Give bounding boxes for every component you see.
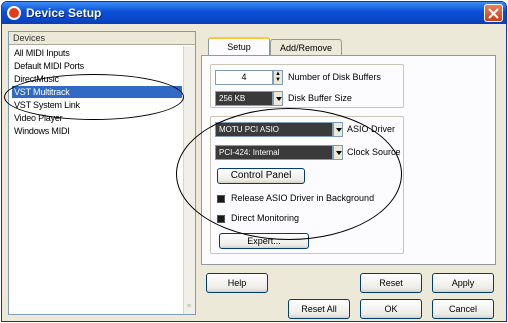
asio-settings-group: MOTU PCI ASIO ASIO Driver PCI-424: Inter… — [210, 116, 404, 254]
cancel-button[interactable]: Cancel — [432, 299, 494, 319]
cubase-logo-icon — [7, 6, 21, 20]
close-icon — [488, 8, 499, 19]
device-item-vst-system-link[interactable]: VST System Link — [12, 99, 182, 111]
down-arrow-icon: ▼ — [275, 77, 281, 83]
clock-source-label: Clock Source — [347, 147, 401, 157]
asio-driver-select[interactable]: MOTU PCI ASIO — [215, 122, 333, 137]
direct-monitoring-checkbox[interactable] — [217, 215, 225, 223]
title-bar[interactable]: Device Setup — [2, 2, 506, 24]
chevron-down-icon — [336, 128, 342, 132]
device-setup-window: Device Setup Devices All MIDI Inputs Def… — [1, 1, 507, 322]
device-item-default-midi-ports[interactable]: Default MIDI Ports — [12, 60, 182, 72]
clock-source-select[interactable]: PCI-424: Internal — [215, 145, 333, 160]
device-item-vst-multitrack[interactable]: VST Multitrack — [12, 86, 182, 98]
help-button[interactable]: Help — [206, 273, 268, 293]
control-panel-button[interactable]: Control Panel — [217, 168, 305, 184]
devices-list: Devices All MIDI Inputs Default MIDI Por… — [8, 31, 196, 315]
resize-grip-icon: ≡ — [187, 303, 192, 310]
device-item-video-player[interactable]: Video Player — [12, 112, 182, 124]
disk-buffer-size-label: Disk Buffer Size — [288, 93, 352, 103]
window-title: Device Setup — [26, 6, 102, 20]
disk-settings-group: 4 ▲ ▼ Number of Disk Buffers 256 KB Disk… — [210, 64, 404, 108]
device-item-windows-midi[interactable]: Windows MIDI — [12, 125, 182, 137]
release-asio-checkbox[interactable] — [217, 195, 225, 203]
devices-header: Devices — [9, 32, 195, 45]
asio-driver-dropdown-button[interactable] — [333, 122, 343, 137]
tab-add-remove[interactable]: Add/Remove — [270, 39, 342, 56]
buffer-size-dropdown-button[interactable] — [273, 91, 283, 106]
apply-button[interactable]: Apply — [432, 273, 494, 293]
release-asio-label: Release ASIO Driver in Background — [231, 193, 375, 203]
reset-all-button[interactable]: Reset All — [288, 299, 350, 319]
asio-driver-label: ASIO Driver — [347, 124, 396, 134]
close-button[interactable] — [484, 4, 503, 22]
disk-buffers-label: Number of Disk Buffers — [288, 72, 381, 82]
disk-buffers-stepper[interactable]: ▲ ▼ — [273, 70, 283, 85]
setup-panel: 4 ▲ ▼ Number of Disk Buffers 256 KB Disk… — [201, 55, 496, 265]
device-item-all-midi-inputs[interactable]: All MIDI Inputs — [12, 47, 182, 59]
disk-buffer-size-select[interactable]: 256 KB — [215, 91, 273, 106]
chevron-down-icon — [276, 97, 282, 101]
ok-button[interactable]: OK — [360, 299, 422, 319]
chevron-down-icon — [336, 151, 342, 155]
devices-scrollbar[interactable]: ≡ — [183, 46, 195, 314]
device-item-directmusic[interactable]: DirectMusic — [12, 73, 182, 85]
clock-source-dropdown-button[interactable] — [333, 145, 343, 160]
direct-monitoring-label: Direct Monitoring — [231, 213, 300, 223]
reset-button[interactable]: Reset — [360, 273, 422, 293]
expert-button[interactable]: Expert... — [219, 233, 309, 249]
tab-setup[interactable]: Setup — [208, 37, 270, 56]
disk-buffers-input[interactable]: 4 — [215, 70, 273, 85]
